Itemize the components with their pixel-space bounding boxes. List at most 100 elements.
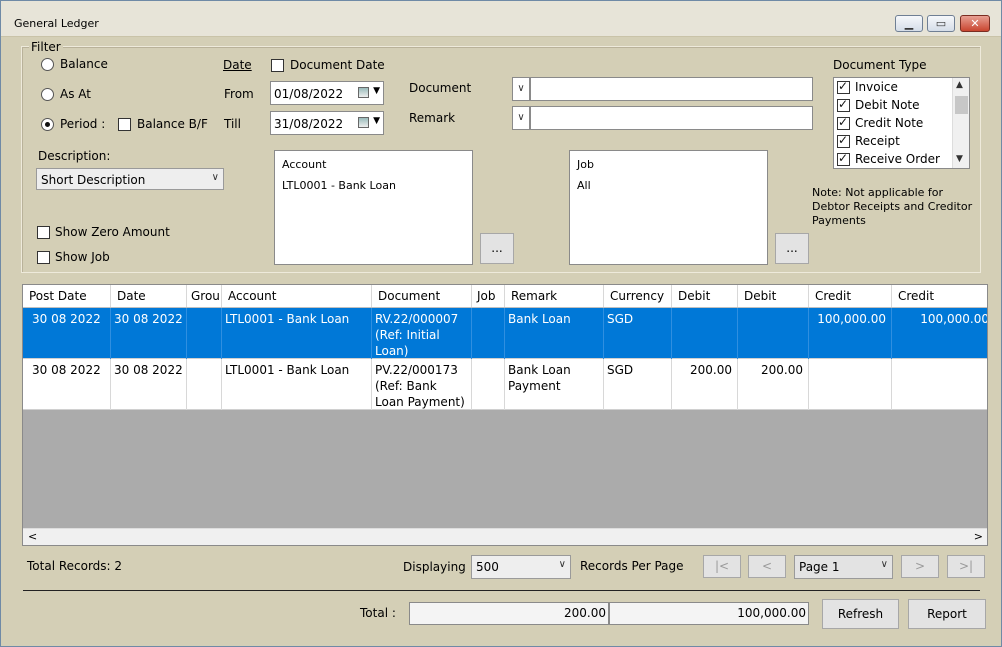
- maximize-button[interactable]: ▭: [927, 15, 955, 32]
- chevron-left-icon[interactable]: <: [28, 530, 37, 543]
- cell-credit: [809, 359, 892, 410]
- job-list-item[interactable]: All: [577, 179, 591, 192]
- job-list[interactable]: Job All: [569, 150, 768, 265]
- cell-debit: 200.00: [672, 359, 738, 410]
- column-header-currency[interactable]: Currency: [604, 285, 672, 307]
- doctype-label: Debit Note: [855, 98, 920, 112]
- from-label: From: [224, 87, 254, 101]
- till-date-value: 31/08/2022: [274, 117, 344, 131]
- date-label: Date: [223, 58, 252, 72]
- period-label: Period :: [60, 117, 106, 131]
- chevron-down-icon: ∨: [517, 83, 525, 94]
- doctype-receipt-checkbox[interactable]: [837, 133, 850, 148]
- cell-credit-base: [892, 359, 987, 410]
- till-label: Till: [224, 117, 241, 131]
- chevron-down-icon: ∨: [558, 559, 566, 570]
- document-operator-dropdown[interactable]: ∨: [512, 77, 530, 101]
- grid-horizontal-scrollbar[interactable]: < >: [23, 528, 987, 545]
- column-header-remark[interactable]: Remark: [505, 285, 604, 307]
- column-header-post-date[interactable]: Post Date: [23, 285, 111, 307]
- show-zero-amount-checkbox[interactable]: [37, 226, 50, 239]
- remark-operator-dropdown[interactable]: ∨: [512, 106, 530, 130]
- column-header-job[interactable]: Job: [472, 285, 505, 307]
- chevron-down-icon: ∨: [880, 559, 888, 570]
- from-date-value: 01/08/2022: [274, 87, 344, 101]
- column-header-debit[interactable]: Debit: [672, 285, 738, 307]
- cell-account: LTL0001 - Bank Loan: [222, 308, 372, 359]
- records-per-page-dropdown[interactable]: 500 ∨: [471, 555, 571, 579]
- chevron-right-icon[interactable]: >: [974, 530, 983, 543]
- cell-remark: Bank Loan Payment: [505, 359, 604, 410]
- till-date-picker[interactable]: 31/08/2022 c ▼: [270, 111, 384, 135]
- account-list-header: Account: [282, 158, 327, 171]
- doctype-invoice-checkbox[interactable]: [837, 79, 850, 94]
- column-header-debit-base[interactable]: Debit: [738, 285, 809, 307]
- cell-group: [187, 308, 222, 359]
- doctype-receive-order-checkbox[interactable]: [837, 151, 850, 166]
- doctype-label: Credit Note: [855, 116, 924, 130]
- chevron-down-icon: ▼: [373, 116, 380, 126]
- balance-radio[interactable]: [41, 58, 54, 71]
- table-row[interactable]: 30 08 2022 30 08 2022 LTL0001 - Bank Loa…: [23, 308, 987, 359]
- total-debit-field: 200.00: [409, 602, 609, 625]
- next-page-button[interactable]: >: [901, 555, 939, 578]
- as-at-radio[interactable]: [41, 88, 54, 101]
- column-header-account[interactable]: Account: [222, 285, 372, 307]
- document-input[interactable]: [530, 77, 813, 101]
- document-type-label: Document Type: [833, 58, 927, 72]
- previous-page-button[interactable]: <: [748, 555, 786, 578]
- description-dropdown[interactable]: Short Description ∨: [36, 168, 224, 190]
- doctype-item-debit-note[interactable]: Debit Note: [836, 97, 951, 115]
- refresh-button[interactable]: Refresh: [822, 599, 899, 629]
- column-header-group[interactable]: Grou: [187, 285, 222, 307]
- table-row[interactable]: 30 08 2022 30 08 2022 LTL0001 - Bank Loa…: [23, 359, 987, 410]
- cell-account: LTL0001 - Bank Loan: [222, 359, 372, 410]
- doctype-item-receive-order[interactable]: Receive Order: [836, 151, 951, 168]
- cell-debit-base: 200.00: [738, 359, 809, 410]
- column-header-document[interactable]: Document: [372, 285, 472, 307]
- last-page-button[interactable]: >|: [947, 555, 985, 578]
- doctype-label: Invoice: [855, 80, 898, 94]
- doctype-label: Receive Order: [855, 152, 940, 166]
- scrollbar-thumb[interactable]: [955, 96, 968, 114]
- show-job-checkbox[interactable]: [37, 251, 50, 264]
- general-ledger-window: General Ledger ▁ ▭ ✕ Filter Balance As A…: [0, 0, 1002, 647]
- chevron-up-icon[interactable]: ▲: [956, 80, 963, 90]
- cell-debit: [672, 308, 738, 359]
- page-value: Page 1: [799, 560, 840, 574]
- cell-currency: SGD: [604, 308, 672, 359]
- document-date-checkbox[interactable]: [271, 59, 284, 72]
- document-label: Document: [409, 81, 472, 95]
- job-browse-button[interactable]: ...: [775, 233, 809, 264]
- balance-bf-checkbox[interactable]: [118, 118, 131, 131]
- close-button[interactable]: ✕: [960, 15, 990, 32]
- cell-job: [472, 308, 505, 359]
- first-page-button[interactable]: |<: [703, 555, 741, 578]
- description-value: Short Description: [41, 173, 146, 187]
- chevron-down-icon[interactable]: ▼: [956, 154, 963, 164]
- column-header-credit[interactable]: Credit: [809, 285, 892, 307]
- filter-legend: Filter: [29, 40, 63, 54]
- account-browse-button[interactable]: ...: [480, 233, 514, 264]
- account-list[interactable]: Account LTL0001 - Bank Loan: [274, 150, 473, 265]
- from-date-picker[interactable]: 01/08/2022 c ▼: [270, 81, 384, 105]
- document-type-list[interactable]: Invoice Debit Note Credit Note Receipt R…: [833, 77, 970, 169]
- report-button[interactable]: Report: [908, 599, 986, 629]
- doctype-item-invoice[interactable]: Invoice: [836, 79, 951, 97]
- remark-input[interactable]: [530, 106, 813, 130]
- doctype-credit-note-checkbox[interactable]: [837, 115, 850, 130]
- ledger-grid[interactable]: Post Date Date Grou Account Document Job…: [22, 284, 988, 546]
- records-per-page-label: Records Per Page: [580, 559, 684, 573]
- column-header-date[interactable]: Date: [111, 285, 187, 307]
- document-type-note: Note: Not applicable for Debtor Receipts…: [812, 186, 973, 227]
- doctype-item-credit-note[interactable]: Credit Note: [836, 115, 951, 133]
- doctype-debit-note-checkbox[interactable]: [837, 97, 850, 112]
- doctype-item-receipt[interactable]: Receipt: [836, 133, 951, 151]
- period-radio[interactable]: [41, 118, 54, 131]
- remark-label: Remark: [409, 111, 456, 125]
- column-header-credit-base[interactable]: Credit: [892, 285, 987, 307]
- minimize-button[interactable]: ▁: [895, 15, 923, 32]
- account-list-item[interactable]: LTL0001 - Bank Loan: [282, 179, 396, 192]
- page-dropdown[interactable]: Page 1 ∨: [794, 555, 893, 579]
- document-type-scrollbar[interactable]: ▲ ▼: [952, 78, 969, 168]
